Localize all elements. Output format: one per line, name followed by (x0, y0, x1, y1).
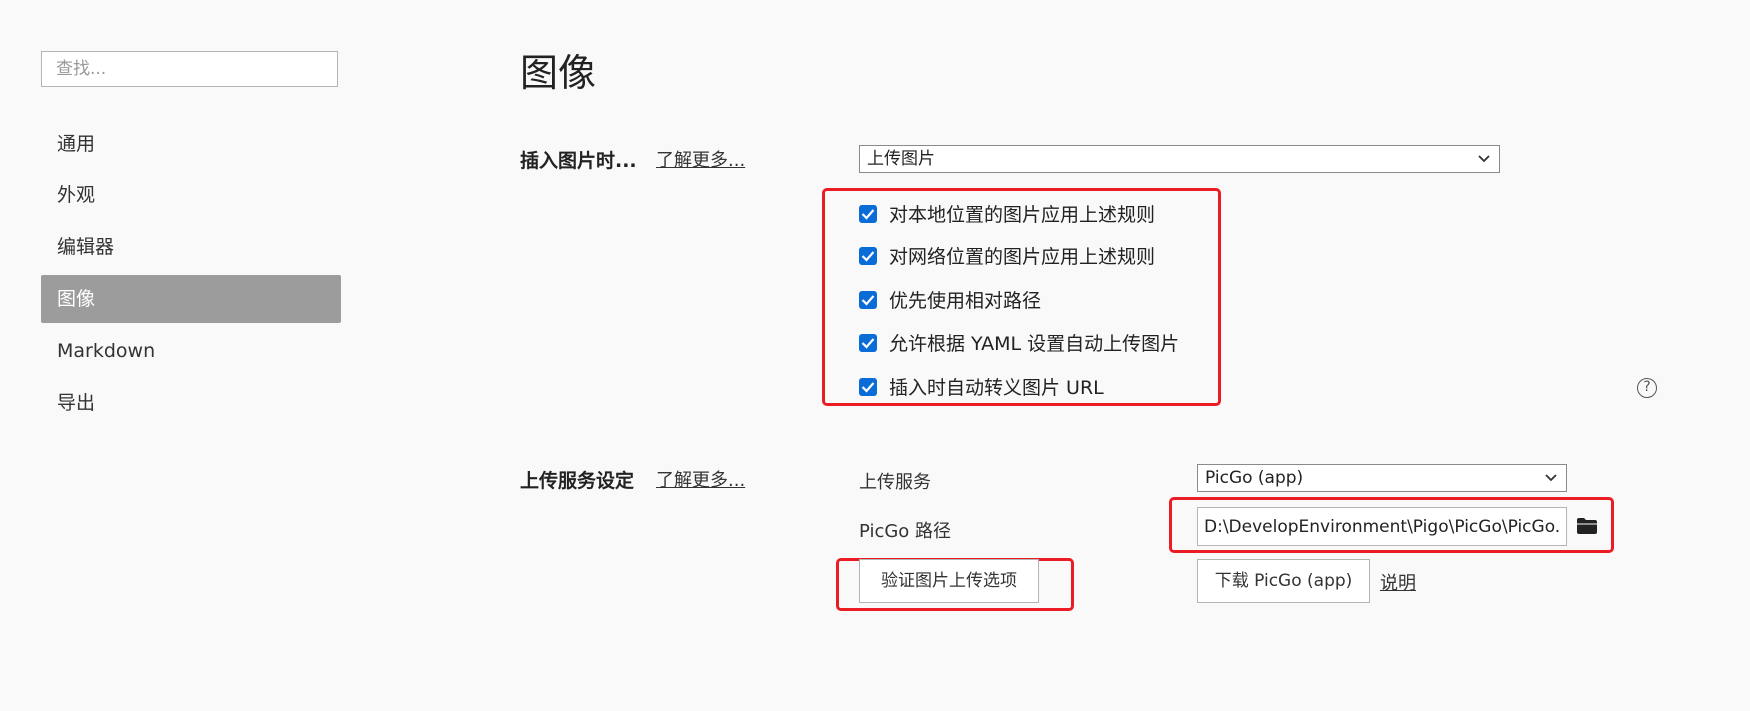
upload-section-label: 上传服务设定 (520, 470, 635, 492)
search-input[interactable] (42, 52, 337, 86)
help-icon[interactable]: ? (1637, 378, 1657, 398)
option-label: 对本地位置的图片应用上述规则 (889, 204, 1156, 226)
option-relative-path[interactable]: 优先使用相对路径 (859, 288, 1041, 314)
insert-learn-more-link[interactable]: 了解更多... (656, 146, 745, 172)
picgo-path-label: PicGo 路径 (859, 521, 952, 542)
checkbox-checked-icon[interactable] (859, 333, 877, 352)
checkbox-checked-icon[interactable] (859, 377, 877, 396)
checkbox-checked-icon[interactable] (859, 290, 877, 309)
insert-action-value: 上传图片 (867, 149, 935, 169)
checkbox-checked-icon[interactable] (859, 204, 877, 223)
upload-service-select[interactable]: PicGo (app) (1197, 464, 1567, 492)
upload-service-value: PicGo (app) (1205, 468, 1304, 488)
option-yaml-auto-upload[interactable]: 允许根据 YAML 设置自动上传图片 (859, 331, 1179, 357)
picgo-path-input[interactable] (1198, 508, 1566, 545)
folder-icon[interactable] (1576, 517, 1598, 535)
insert-section-label: 插入图片时... (520, 150, 637, 172)
sidebar-item-image[interactable]: 图像 (41, 275, 341, 323)
page-title: 图像 (520, 51, 597, 95)
option-label: 插入时自动转义图片 URL (889, 377, 1104, 399)
insert-action-select[interactable]: 上传图片 (859, 145, 1500, 173)
sidebar-item-label: 通用 (57, 133, 96, 155)
sidebar-item-label: 编辑器 (57, 236, 115, 258)
option-label: 优先使用相对路径 (889, 290, 1042, 312)
preferences-window: 通用 外观 编辑器 图像 Markdown 导出 图像 插入图片时... 了解更… (0, 0, 1750, 711)
option-network-images[interactable]: 对网络位置的图片应用上述规则 (859, 244, 1155, 270)
picgo-path-field[interactable] (1197, 507, 1567, 546)
verify-upload-button[interactable]: 验证图片上传选项 (859, 559, 1039, 603)
option-label: 对网络位置的图片应用上述规则 (889, 246, 1156, 268)
sidebar-item-label: 导出 (57, 392, 96, 414)
sidebar-item-label: 外观 (57, 184, 96, 206)
upload-service-label: 上传服务 (859, 472, 931, 493)
sidebar-item-markdown[interactable]: Markdown (41, 327, 341, 375)
sidebar-item-label: 图像 (57, 288, 96, 310)
checkbox-checked-icon[interactable] (859, 246, 877, 265)
doc-link[interactable]: 说明 (1380, 569, 1416, 595)
chevron-down-icon (1544, 465, 1558, 499)
sidebar-item-general[interactable]: 通用 (41, 120, 341, 168)
sidebar-item-export[interactable]: 导出 (41, 379, 341, 427)
option-local-images[interactable]: 对本地位置的图片应用上述规则 (859, 202, 1155, 228)
chevron-down-icon (1477, 146, 1491, 180)
upload-learn-more-link[interactable]: 了解更多... (656, 466, 745, 492)
option-label: 允许根据 YAML 设置自动上传图片 (889, 333, 1180, 355)
download-picgo-button[interactable]: 下载 PicGo (app) (1197, 559, 1370, 603)
sidebar-item-editor[interactable]: 编辑器 (41, 223, 341, 271)
sidebar-item-appearance[interactable]: 外观 (41, 171, 341, 219)
search-box[interactable] (41, 51, 338, 87)
option-escape-url[interactable]: 插入时自动转义图片 URL (859, 375, 1104, 401)
sidebar-item-label: Markdown (57, 340, 156, 362)
